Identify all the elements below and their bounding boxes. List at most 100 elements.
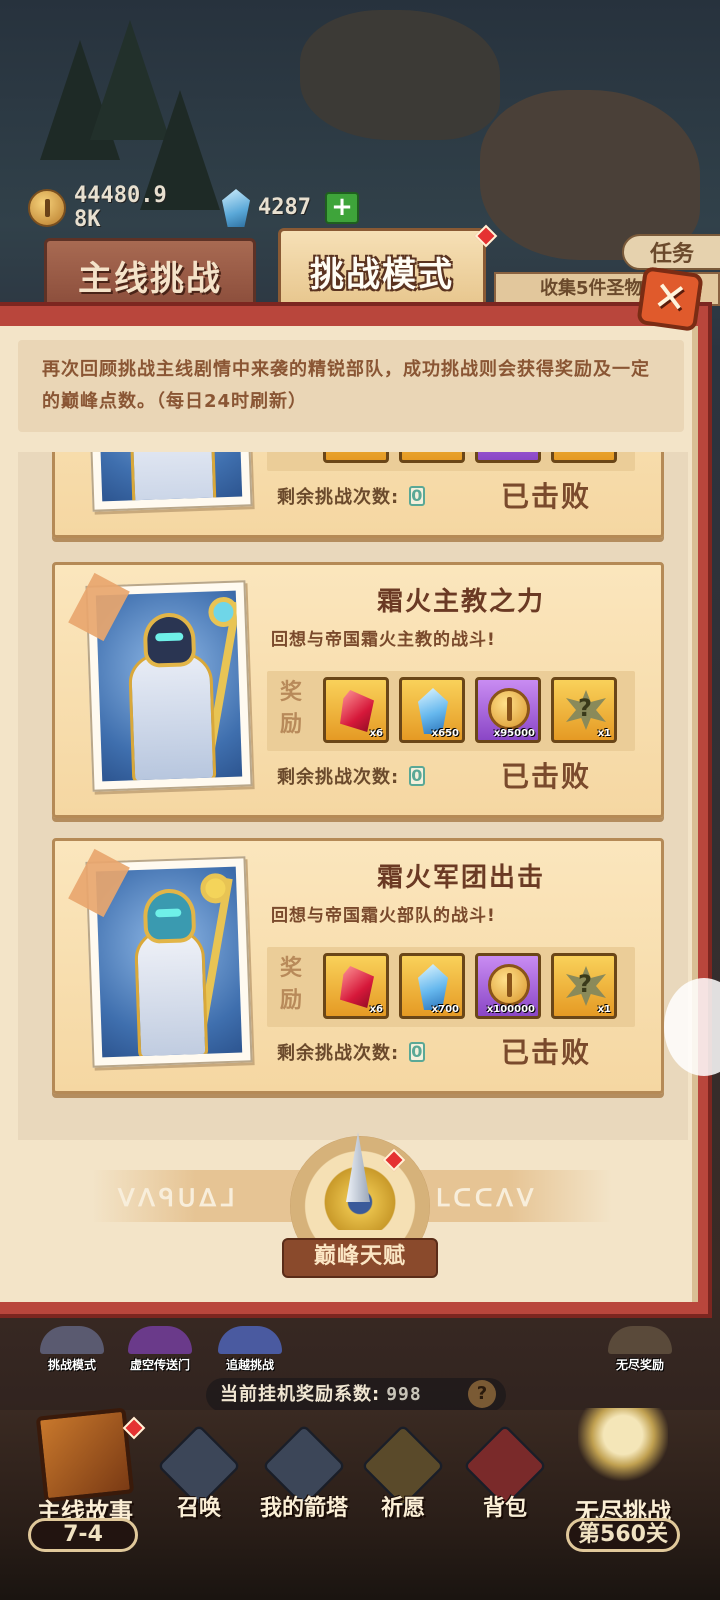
gem-counter: 4287 +: [222, 189, 359, 227]
defeated-status: 已击败: [501, 480, 592, 513]
coefficient-value: 998: [386, 1384, 422, 1405]
task-button[interactable]: 任务: [622, 234, 720, 270]
remaining-attempts: 剩余挑战次数: 0: [277, 763, 426, 789]
reward-item[interactable]: [551, 452, 617, 463]
reward-quantity: x100000: [486, 1004, 535, 1015]
mini-pursuit-challenge[interactable]: 追越挑战: [212, 1326, 288, 1373]
red-crystal-icon: [340, 966, 374, 1008]
my-tower-button[interactable]: 我的箭塔: [254, 1424, 354, 1528]
reward-item[interactable]: x650: [399, 677, 465, 743]
hero-armor: [133, 927, 209, 1058]
remaining-count: 0: [409, 766, 426, 786]
remaining-label: 剩余挑战次数:: [277, 1043, 400, 1064]
gold-coin-icon: [488, 964, 530, 1006]
tab-challenge-mode[interactable]: 挑战模式: [278, 228, 486, 312]
reward-quantity: x1: [597, 1004, 611, 1015]
tab-main-challenge[interactable]: 主线挑战: [44, 238, 256, 310]
reward-item[interactable]: x6: [323, 953, 389, 1019]
mini-void-portal[interactable]: 虚空传送门: [122, 1326, 198, 1373]
question-mark-glyph: ?: [578, 970, 592, 998]
mini-label: 追越挑战: [225, 1358, 274, 1372]
question-mark-glyph: ?: [578, 694, 592, 722]
tower-label: 我的箭塔: [259, 1496, 348, 1521]
challenge-card[interactable]: 剩余挑战次数: 0 已击败: [52, 452, 664, 538]
winged-sword-icon: [578, 1408, 668, 1498]
remaining-count: 0: [409, 1042, 426, 1062]
hero-armor: [127, 651, 217, 782]
reward-box: [267, 452, 635, 471]
challenge-card[interactable]: 霜火军团出击 回想与帝国霜火部队的战斗! 奖励 x6 x700 x100000: [52, 838, 664, 1094]
help-icon[interactable]: ?: [468, 1380, 496, 1408]
add-gems-button[interactable]: +: [324, 192, 359, 224]
reward-item[interactable]: x95000: [475, 677, 541, 743]
story-button[interactable]: 主线故事: [20, 1396, 150, 1526]
reward-item[interactable]: ? x1: [551, 677, 617, 743]
challenge-description: 回想与帝国霜火主教的战斗!: [271, 630, 496, 650]
reward-quantity: x650: [431, 728, 459, 739]
reward-item[interactable]: x100000: [475, 953, 541, 1019]
reward-item[interactable]: x700: [399, 953, 465, 1019]
reward-label: 奖励: [279, 956, 302, 1013]
story-book-icon: [35, 1407, 135, 1503]
remaining-attempts: 剩余挑战次数: 0: [277, 1039, 426, 1065]
void-portal-icon: [128, 1326, 192, 1354]
mini-label: 挑战模式: [47, 1358, 96, 1372]
reward-item[interactable]: x6: [323, 677, 389, 743]
summon-button[interactable]: 召唤: [156, 1424, 242, 1528]
boss-portrait: [85, 452, 253, 512]
mini-challenge-mode[interactable]: 挑战模式: [34, 1326, 110, 1373]
reward-quantity: x1: [597, 728, 611, 739]
challenge-card[interactable]: 霜火主教之力 回想与帝国霜火主教的战斗! 奖励 x6 x650 x95000 ?…: [52, 562, 664, 818]
reward-quantity: x6: [369, 728, 383, 739]
defeated-status: 已击败: [501, 760, 592, 793]
reward-box: 奖励 x6 x700 x100000 ? x1: [267, 947, 635, 1027]
reward-box: 奖励 x6 x650 x95000 ? x1: [267, 671, 635, 751]
pursuit-challenge-icon: [218, 1326, 282, 1354]
challenge-title: 霜火军团出击: [376, 863, 545, 893]
intro-text: 再次回顾挑战主线剧情中来袭的精锐部队，成功挑战则会获得奖励及一定的巅峰点数。（每…: [18, 340, 684, 432]
challenge-title: 霜火主教之力: [376, 587, 545, 617]
remaining-label: 剩余挑战次数:: [277, 767, 400, 788]
reward-item[interactable]: [475, 452, 541, 463]
idle-reward-coefficient: 当前挂机奖励系数: 998: [206, 1378, 506, 1412]
reward-quantity: x700: [431, 1004, 459, 1015]
reward-item[interactable]: ? x1: [551, 953, 617, 1019]
remaining-count: 0: [409, 486, 426, 506]
endless-challenge-button[interactable]: 无尽挑战: [558, 1396, 688, 1526]
rock-formation: [300, 10, 500, 140]
mini-label: 无尽奖励: [615, 1358, 664, 1372]
red-crystal-icon: [340, 690, 374, 732]
defeated-status: 已击败: [501, 1036, 592, 1069]
remaining-label: 剩余挑战次数:: [277, 487, 400, 508]
coin-counter: 44480.98K: [28, 184, 178, 232]
gem-amount: 4287: [258, 195, 311, 220]
bag-label: 背包: [482, 1496, 527, 1521]
reward-item[interactable]: [323, 452, 389, 463]
endless-stage-pill: 第560关: [566, 1518, 680, 1552]
gold-coin-icon: [28, 189, 66, 227]
peak-talent-label[interactable]: 巅峰天赋: [282, 1238, 438, 1278]
remaining-attempts: 剩余挑战次数: 0: [277, 483, 426, 509]
mini-label: 虚空传送门: [129, 1358, 190, 1372]
rune-text-left: ᐯᐱᑫᑌᐃᒧ: [118, 1184, 239, 1212]
gold-coin-icon: [488, 688, 530, 730]
coin-amount: 44480.98K: [74, 183, 167, 232]
reward-quantity: x95000: [493, 728, 535, 739]
pray-label: 祈愿: [380, 1496, 425, 1521]
rune-text-right: ᒪᑕᑕᐱᐯ: [436, 1184, 538, 1212]
summon-label: 召唤: [176, 1496, 221, 1521]
challenge-list[interactable]: 剩余挑战次数: 0 已击败 霜火主教之力 回想与帝国霜火主教的战斗! 奖励 x6: [18, 452, 688, 1140]
close-button[interactable]: ✕: [636, 266, 704, 332]
story-stage-pill: 7-4: [28, 1518, 138, 1552]
reward-item[interactable]: [399, 452, 465, 463]
endless-reward-icon: [608, 1326, 672, 1354]
mini-endless-reward[interactable]: 无尽奖励: [602, 1326, 678, 1373]
reward-label: 奖励: [279, 680, 302, 737]
coefficient-label: 当前挂机奖励系数:: [220, 1384, 381, 1405]
hero-visor: [155, 632, 184, 642]
hero-visor: [155, 908, 182, 918]
pray-button[interactable]: 祈愿: [360, 1424, 446, 1528]
bag-button[interactable]: 背包: [462, 1424, 548, 1528]
challenge-mode-icon: [40, 1326, 104, 1354]
challenge-description: 回想与帝国霜火部队的战斗!: [271, 906, 496, 926]
